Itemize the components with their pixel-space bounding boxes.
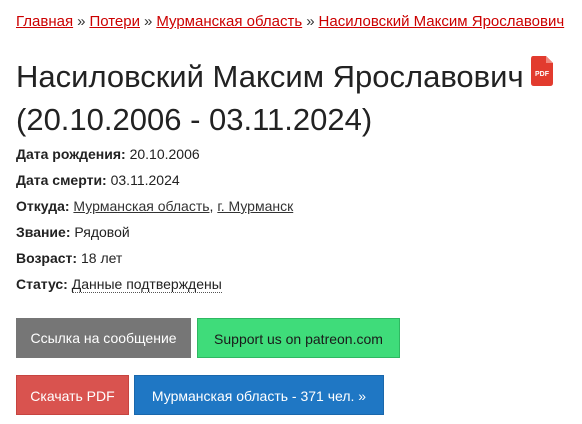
origin-comma: , <box>209 198 214 214</box>
status-row: Статус: Данные подтверждены <box>16 271 293 297</box>
download-pdf-button[interactable]: Скачать PDF <box>16 375 129 415</box>
life-dates: (20.10.2006 - 03.11.2024) <box>16 101 373 137</box>
age-row: Возраст: 18 лет <box>16 245 293 271</box>
breadcrumb: Главная» Потери» Мурманская область» Насило… <box>16 12 564 32</box>
rank-label: Звание: <box>16 224 71 240</box>
breadcrumb-separator: » <box>306 13 315 30</box>
birth-date-label: Дата рождения: <box>16 146 126 162</box>
person-name: Насиловский Максим Ярославович <box>16 59 524 94</box>
breadcrumb-home-link[interactable]: Главная <box>16 13 73 30</box>
rank-value: Рядовой <box>74 224 130 240</box>
birth-date-value: 20.10.2006 <box>129 146 200 162</box>
death-date-value: 03.11.2024 <box>110 172 180 188</box>
status-value: Данные подтверждены <box>71 276 222 293</box>
page-title: Насиловский Максим Ярославович PDF (20.1… <box>16 55 576 140</box>
origin-city-link[interactable]: г. Мурманск <box>217 198 293 214</box>
rank-row: Звание: Рядовой <box>16 219 293 245</box>
status-label: Статус: <box>16 276 68 292</box>
origin-label: Откуда: <box>16 198 70 214</box>
pdf-file-icon[interactable]: PDF <box>530 55 554 97</box>
breadcrumb-separator: » <box>77 13 86 30</box>
breadcrumb-separator: » <box>144 13 153 30</box>
message-link-button[interactable]: Ссылка на сообщение <box>16 318 191 358</box>
breadcrumb-person-link[interactable]: Насиловский Максим Ярославович <box>319 13 565 30</box>
death-date-row: Дата смерти: 03.11.2024 <box>16 167 293 193</box>
origin-region-link[interactable]: Мурманская область <box>73 198 209 214</box>
breadcrumb-region-link[interactable]: Мурманская область <box>156 13 302 30</box>
death-date-label: Дата смерти: <box>16 172 107 188</box>
origin-row: Откуда: Мурманская область, г. Мурманск <box>16 193 293 219</box>
person-info: Дата рождения: 20.10.2006 Дата смерти: 0… <box>16 141 293 297</box>
pdf-icon-label: PDF <box>535 71 550 78</box>
patreon-support-button[interactable]: Support us on patreon.com <box>197 318 400 358</box>
age-label: Возраст: <box>16 250 78 266</box>
breadcrumb-losses-link[interactable]: Потери <box>89 13 140 30</box>
age-value: 18 лет <box>80 250 123 266</box>
region-losses-button[interactable]: Мурманская область - 371 чел. » <box>134 375 384 415</box>
birth-date-row: Дата рождения: 20.10.2006 <box>16 141 293 167</box>
